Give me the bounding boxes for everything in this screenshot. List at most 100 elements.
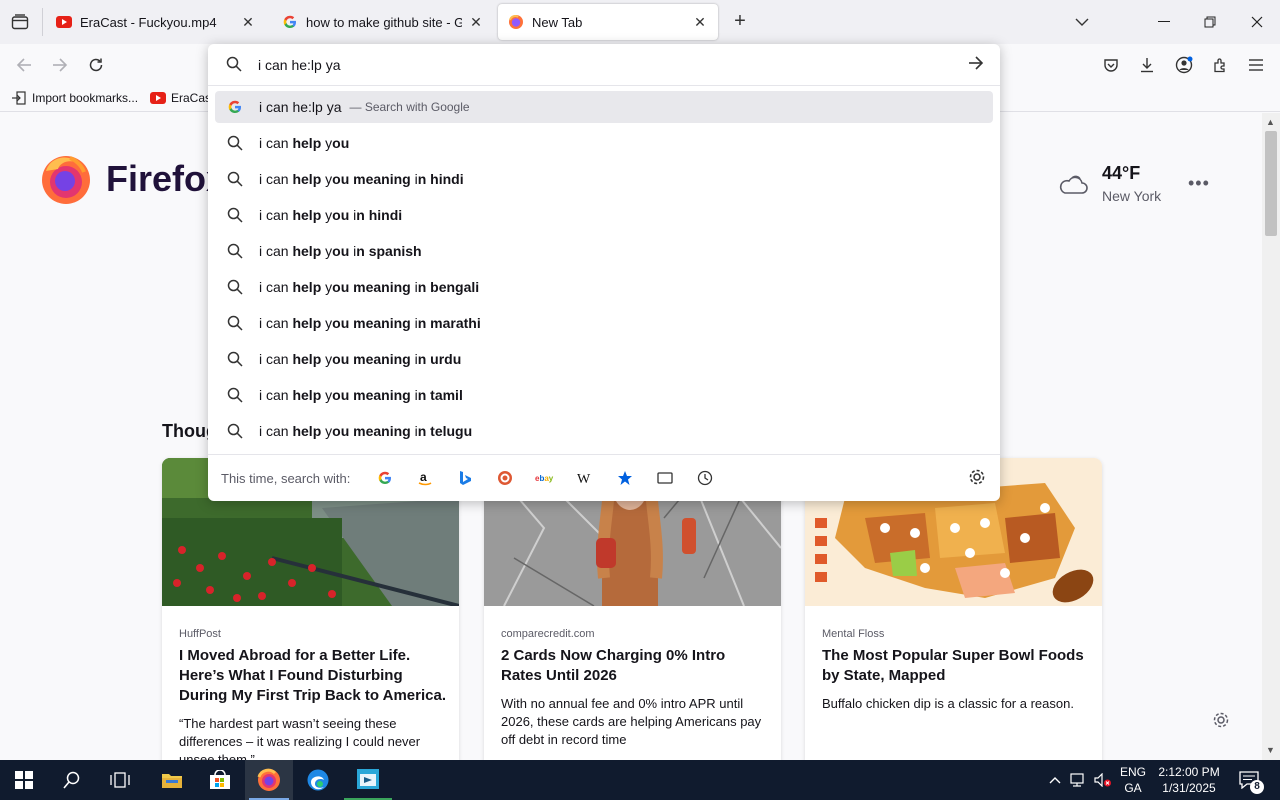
google-icon (282, 14, 298, 30)
scroll-thumb[interactable] (1265, 131, 1277, 236)
personalize-gear-icon[interactable] (1212, 711, 1232, 731)
tab-strip: EraCast - Fuckyou.mp4 ✕ how to make gith… (0, 0, 1280, 44)
minimize-icon[interactable] (1150, 8, 1178, 36)
story-card[interactable]: DS Mental Floss The Most Popular Super B… (805, 458, 1102, 760)
firefox-taskbar-icon[interactable] (245, 760, 293, 800)
page-scrollbar[interactable]: ▲ ▼ (1262, 113, 1280, 760)
scroll-up-icon[interactable]: ▲ (1266, 117, 1275, 127)
suggestion-text: i can help you meaning in hindi (259, 171, 464, 187)
urlbar (208, 44, 1000, 86)
search-icon (227, 135, 243, 151)
suggestion-text: i can help you meaning in tamil (259, 387, 463, 403)
download-icon[interactable] (1134, 52, 1160, 78)
menu-icon[interactable] (1243, 52, 1269, 78)
more-options-icon[interactable]: ••• (1188, 173, 1210, 194)
firefox-view-icon[interactable] (8, 10, 32, 34)
search-settings-gear-icon[interactable] (968, 468, 986, 489)
weather-widget[interactable]: 44°F New York (1058, 163, 1161, 204)
search-icon (227, 171, 243, 187)
suggestion-search-with-google[interactable]: i can he:lp ya — Search with Google (215, 91, 993, 123)
tab-github-search[interactable]: how to make github site - Goog ✕ (272, 4, 494, 40)
story-description: Buffalo chicken dip is a classic for a r… (822, 696, 1074, 711)
search-suggestion[interactable]: i can help you in hindi (215, 199, 993, 231)
search-icon (227, 423, 243, 439)
go-arrow-icon[interactable] (968, 56, 984, 73)
search-suggestion[interactable]: i can help you meaning in urdu (215, 343, 993, 375)
language-layout: GA (1124, 781, 1142, 795)
bookmark-import[interactable]: Import bookmarks... (11, 90, 138, 106)
search-suggestion[interactable]: i can help you meaning in bengali (215, 271, 993, 303)
reload-icon[interactable] (83, 52, 109, 78)
urlbar-dropdown: i can he:lp ya — Search with Google i ca… (208, 44, 1000, 501)
task-view-icon[interactable] (96, 760, 144, 800)
search-icon[interactable] (48, 760, 96, 800)
pocket-icon[interactable] (1098, 52, 1124, 78)
story-source: comparecredit.com (501, 628, 595, 640)
tab-title: EraCast - Fuckyou.mp4 (80, 14, 217, 30)
amazon-icon[interactable]: a (413, 466, 437, 490)
notifications-icon[interactable]: 8 (1234, 760, 1264, 800)
search-icon (227, 207, 243, 223)
suggestion-text: i can help you meaning in bengali (259, 279, 480, 295)
firefox-icon (508, 14, 524, 30)
search-icon (227, 315, 243, 331)
search-suggestion[interactable]: i can help you (215, 127, 993, 159)
bing-icon[interactable] (453, 466, 477, 490)
bookmarks-icon[interactable] (613, 466, 637, 490)
close-icon[interactable]: ✕ (692, 14, 708, 30)
search-suggestion[interactable]: i can help you meaning in hindi (215, 163, 993, 195)
clock[interactable]: 2:12:00 PM 1/31/2025 (1155, 760, 1223, 800)
bookmark-eracast[interactable]: EraCast (150, 90, 214, 106)
new-tab-button[interactable]: + (728, 10, 752, 34)
language-code: ENG (1119, 765, 1146, 779)
google-icon (227, 99, 243, 115)
edge-icon[interactable] (294, 760, 342, 800)
history-icon[interactable] (693, 466, 717, 490)
google-icon[interactable] (373, 466, 397, 490)
language-indicator[interactable]: ENG GA (1115, 760, 1151, 800)
close-icon[interactable]: ✕ (468, 14, 484, 30)
tab-eracast[interactable]: EraCast - Fuckyou.mp4 ✕ (46, 4, 266, 40)
wikipedia-icon[interactable]: W (573, 466, 597, 490)
firefox-icon (42, 156, 90, 204)
tray-overflow-icon[interactable] (1045, 760, 1065, 800)
firefox-logo: Firefox (40, 153, 226, 205)
story-source: HuffPost (179, 628, 221, 640)
svg-text:ebay: ebay (535, 474, 554, 483)
story-card[interactable]: HuffPost I Moved Abroad for a Better Lif… (162, 458, 459, 760)
app-icon[interactable] (344, 760, 392, 800)
duckduckgo-icon[interactable] (493, 466, 517, 490)
close-icon[interactable]: ✕ (240, 14, 256, 30)
search-suggestion[interactable]: i can help you meaning in telugu (215, 415, 993, 447)
tab-new-tab[interactable]: New Tab ✕ (498, 4, 718, 40)
close-window-icon[interactable] (1243, 8, 1271, 36)
restore-icon[interactable] (1196, 8, 1224, 36)
search-suggestion[interactable]: i can help you meaning in tamil (215, 379, 993, 411)
scroll-down-icon[interactable]: ▼ (1266, 745, 1275, 755)
extensions-icon[interactable] (1207, 52, 1233, 78)
urlbar-input[interactable] (258, 55, 938, 75)
file-explorer-icon[interactable] (148, 760, 196, 800)
volume-muted-icon[interactable] (1092, 760, 1114, 800)
list-all-tabs-icon[interactable] (1068, 8, 1096, 36)
search-suggestion[interactable]: i can help you in spanish (215, 235, 993, 267)
story-headline: I Moved Abroad for a Better Life. Here’s… (179, 647, 447, 704)
svg-text:W: W (577, 472, 591, 485)
story-description: With no annual fee and 0% intro APR unti… (501, 696, 762, 747)
ebay-icon[interactable]: ebay (533, 466, 557, 490)
microsoft-store-icon[interactable] (196, 760, 244, 800)
tab-divider (42, 8, 43, 36)
back-icon[interactable] (11, 52, 37, 78)
import-icon (11, 90, 27, 106)
forward-icon[interactable] (47, 52, 73, 78)
search-suggestion[interactable]: i can help you meaning in marathi (215, 307, 993, 339)
tabs-icon[interactable] (653, 466, 677, 490)
search-icon (227, 387, 243, 403)
story-source: Mental Floss (822, 628, 885, 640)
account-icon[interactable] (1171, 52, 1197, 78)
search-icon (227, 351, 243, 367)
network-icon[interactable] (1068, 760, 1090, 800)
story-card[interactable]: comparecredit.com 2 Cards Now Charging 0… (484, 458, 781, 760)
windows-start-icon[interactable] (0, 760, 48, 800)
clock-date: 1/31/2025 (1162, 781, 1216, 795)
